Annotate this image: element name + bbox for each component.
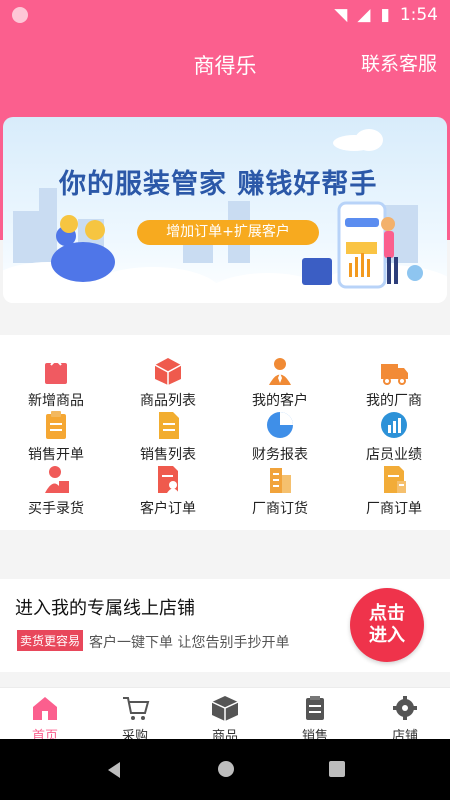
clipboard-icon <box>306 696 324 720</box>
menu-label-vendor-orders: 厂商订单 <box>366 501 422 517</box>
promo-tag: 卖货更容易 <box>17 630 84 651</box>
battery-icon: ▮ <box>380 5 390 25</box>
menu-label-sales-list: 销售列表 <box>140 447 196 463</box>
menu-financial-report[interactable]: 财务报表 <box>230 410 330 464</box>
home-icon <box>33 697 57 720</box>
pie-chart-icon <box>265 410 295 440</box>
menu-vendor-orders[interactable]: 厂商订单 <box>344 464 444 518</box>
menu-my-customers[interactable]: 我的客户 <box>230 356 330 410</box>
menu-vendor-stock-order[interactable]: 厂商订货 <box>230 464 330 518</box>
menu-sales-list[interactable]: 销售列表 <box>118 410 218 464</box>
function-menu: 新增商品 商品列表 我的客户 我的厂商 销售开单 销售列表 财务报表 店员业绩 … <box>0 335 450 530</box>
box-icon <box>211 696 239 721</box>
menu-label-product-list: 商品列表 <box>140 393 196 409</box>
menu-label-customer-orders: 客户订单 <box>140 501 196 517</box>
shopping-bag-icon <box>41 356 71 386</box>
menu-buyer-record[interactable]: 买手录货 <box>6 464 106 518</box>
menu-staff-performance[interactable]: 店员业绩 <box>344 410 444 464</box>
vendor-building-icon <box>265 464 295 494</box>
enter-store-label: 点击 进入 <box>369 603 405 646</box>
tab-purchase[interactable]: 采购 <box>100 695 170 744</box>
menu-label-staff-performance: 店员业绩 <box>366 447 422 463</box>
system-navigation-bar <box>0 739 450 800</box>
menu-sales-order[interactable]: 销售开单 <box>6 410 106 464</box>
menu-customer-orders[interactable]: 客户订单 <box>118 464 218 518</box>
menu-label-new-product: 新增商品 <box>28 393 84 409</box>
back-icon[interactable] <box>108 762 120 778</box>
tab-sales[interactable]: 销售 <box>280 695 350 744</box>
vendor-order-icon <box>379 464 409 494</box>
bottom-tab-bar: 首页 采购 商品 销售 店铺 <box>0 687 450 744</box>
menu-label-vendor-stock-order: 厂商订货 <box>252 501 308 517</box>
truck-icon <box>379 356 409 386</box>
banner-illustration <box>51 201 423 289</box>
customer-order-icon <box>153 464 183 494</box>
clipboard-icon <box>41 410 71 440</box>
menu-product-list[interactable]: 商品列表 <box>118 356 218 410</box>
tab-store[interactable]: 店铺 <box>370 695 440 744</box>
menu-new-product[interactable]: 新增商品 <box>6 356 106 410</box>
buyer-bag-icon <box>41 464 71 494</box>
tab-home[interactable]: 首页 <box>10 695 80 744</box>
menu-label-my-customers: 我的客户 <box>252 393 308 409</box>
menu-label-my-vendors: 我的厂商 <box>366 393 422 409</box>
online-store-promo[interactable]: 进入我的专属线上店铺 卖货更容易 客户一键下单 让您告别手抄开单 点击 进入 <box>0 579 450 672</box>
package-icon <box>153 356 183 386</box>
menu-label-financial-report: 财务报表 <box>252 447 308 463</box>
promo-title: 进入我的专属线上店铺 <box>15 598 195 619</box>
home-circle-icon[interactable] <box>218 761 234 777</box>
tab-products[interactable]: 商品 <box>190 695 260 744</box>
wifi-icon: ◥ <box>334 5 348 25</box>
gear-icon <box>393 696 417 720</box>
notification-dot-icon <box>12 7 28 23</box>
performance-chart-icon <box>379 410 409 440</box>
menu-my-vendors[interactable]: 我的厂商 <box>344 356 444 410</box>
enter-store-button[interactable]: 点击 进入 <box>350 588 424 662</box>
contact-service-button[interactable]: 联系客服 <box>361 49 437 76</box>
menu-label-buyer-record: 买手录货 <box>28 501 84 517</box>
status-icons: ◥ ◢ ▮ 1:54 <box>334 5 438 25</box>
customer-icon <box>265 356 295 386</box>
recent-apps-icon[interactable] <box>329 761 345 777</box>
status-bar: ◥ ◢ ▮ 1:54 <box>0 0 450 30</box>
promotional-banner[interactable]: 你的服装管家 赚钱好帮手 增加订单+扩展客户 <box>3 117 447 303</box>
status-time: 1:54 <box>399 5 438 25</box>
promo-description: 客户一键下单 让您告别手抄开单 <box>89 635 290 651</box>
menu-label-sales-order: 销售开单 <box>28 447 84 463</box>
cart-icon <box>123 697 150 720</box>
signal-icon: ◢ <box>357 5 371 25</box>
document-icon <box>153 410 183 440</box>
